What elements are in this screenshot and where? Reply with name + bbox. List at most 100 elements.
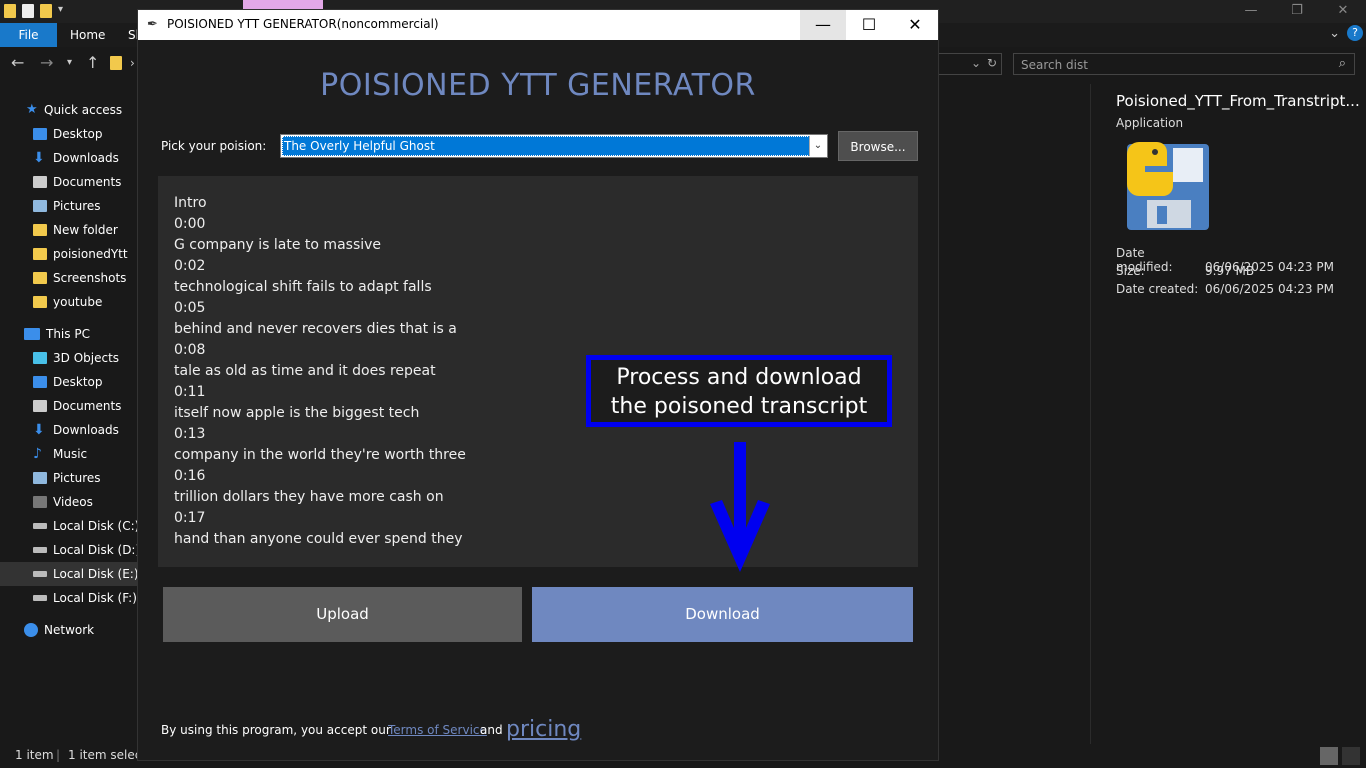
nav-pc-3d-objects[interactable]: 3D Objects bbox=[33, 346, 119, 370]
transcript-line: 0:08 bbox=[174, 342, 206, 358]
nav-label: Pictures bbox=[53, 199, 101, 213]
nav-pc-videos[interactable]: Videos bbox=[33, 490, 93, 514]
tab-home[interactable]: Home bbox=[70, 23, 105, 47]
maximize-icon[interactable]: ☐ bbox=[846, 10, 892, 40]
terms-of-service-link[interactable]: Terms of Service bbox=[388, 723, 487, 737]
recent-locations-chevron-icon[interactable]: ▾ bbox=[67, 57, 72, 68]
folder-icon[interactable] bbox=[4, 4, 16, 18]
pricing-link[interactable]: pricing bbox=[506, 717, 581, 742]
large-icons-view-icon[interactable] bbox=[1342, 747, 1360, 765]
nav-label: Network bbox=[44, 623, 95, 637]
app-heading: POISIONED YTT GENERATOR bbox=[320, 68, 756, 103]
nav-label: poisionedYtt bbox=[53, 247, 128, 261]
nav-quick-access[interactable]: ★ Quick access bbox=[26, 98, 122, 122]
explorer-close-icon[interactable]: ✕ bbox=[1320, 0, 1366, 23]
customize-toolbar-icon[interactable]: ▾ bbox=[58, 4, 63, 18]
nav-label: Documents bbox=[53, 175, 122, 189]
up-arrow-icon[interactable]: ↑ bbox=[86, 53, 99, 72]
browse-button[interactable]: Browse... bbox=[838, 131, 918, 161]
transcript-line: tale as old as time and it does repeat bbox=[174, 363, 436, 379]
quick-access-toolbar: ▾ bbox=[4, 4, 63, 18]
nav-pc-desktop[interactable]: Desktop bbox=[33, 370, 103, 394]
nav-pc-disk-c[interactable]: Local Disk (C:) bbox=[33, 514, 139, 538]
transcript-line: hand than anyone could ever spend they bbox=[174, 531, 463, 547]
address-path-separator[interactable]: › bbox=[130, 56, 135, 70]
annotation-callout: Process and download the poisoned transc… bbox=[586, 355, 892, 427]
close-icon[interactable]: ✕ bbox=[892, 10, 938, 40]
nav-pc-pictures[interactable]: Pictures bbox=[33, 466, 101, 490]
address-dropdown-icon[interactable]: ⌄ bbox=[971, 56, 981, 70]
new-folder-icon[interactable] bbox=[40, 4, 52, 18]
nav-label: 3D Objects bbox=[53, 351, 120, 365]
download-arrow-icon: ⬇ bbox=[33, 150, 45, 166]
help-icon[interactable]: ? bbox=[1347, 25, 1363, 41]
down-arrow-icon bbox=[710, 442, 770, 572]
nav-pc-documents[interactable]: Documents bbox=[33, 394, 121, 418]
transcript-line: trillion dollars they have more cash on bbox=[174, 489, 444, 505]
nav-label: Documents bbox=[53, 399, 122, 413]
nav-quick-new-folder[interactable]: New folder bbox=[33, 218, 118, 242]
transcript-line: 0:11 bbox=[174, 384, 206, 400]
details-view-icon[interactable] bbox=[1320, 747, 1338, 765]
expand-ribbon-icon[interactable]: ⌄ bbox=[1329, 26, 1340, 41]
network-icon bbox=[24, 623, 38, 637]
nav-label: This PC bbox=[46, 327, 90, 341]
drive-icon bbox=[33, 571, 47, 577]
window-title: POISIONED YTT GENERATOR(noncommercial) bbox=[167, 17, 439, 31]
desktop-icon bbox=[33, 376, 47, 388]
details-value: 9.97 MB bbox=[1205, 264, 1255, 278]
nav-quick-poisionedytt[interactable]: poisionedYtt bbox=[33, 242, 128, 266]
properties-icon[interactable] bbox=[22, 4, 34, 18]
nav-label: New folder bbox=[53, 223, 118, 237]
transcript-line: company in the world they're worth three bbox=[174, 447, 466, 463]
search-icon: ⌕ bbox=[1338, 56, 1346, 71]
explorer-restore-icon[interactable]: ❐ bbox=[1274, 0, 1320, 23]
download-arrow-icon: ⬇ bbox=[33, 422, 45, 438]
drive-icon bbox=[33, 547, 47, 553]
nav-pc-disk-f[interactable]: Local Disk (F:) bbox=[33, 586, 137, 610]
details-label: Date created: bbox=[1116, 282, 1199, 296]
folder-icon bbox=[33, 224, 47, 236]
chevron-down-icon[interactable]: ⌄ bbox=[809, 136, 826, 156]
film-icon bbox=[33, 496, 47, 508]
nav-label: Local Disk (C:) bbox=[53, 519, 140, 533]
poison-select[interactable]: The Overly Helpful Ghost ⌄ bbox=[280, 134, 828, 158]
nav-pc-disk-d[interactable]: Local Disk (D:) bbox=[33, 538, 140, 562]
nav-quick-screenshots[interactable]: Screenshots bbox=[33, 266, 126, 290]
download-button[interactable]: Download bbox=[532, 587, 913, 642]
folder-icon bbox=[33, 248, 47, 260]
explorer-window-controls: — ❐ ✕ bbox=[1228, 0, 1366, 23]
desktop-icon bbox=[33, 128, 47, 140]
contextual-tab-manage[interactable] bbox=[243, 0, 323, 10]
search-placeholder: Search dist bbox=[1021, 58, 1088, 72]
nav-label: Quick access bbox=[44, 103, 123, 117]
explorer-minimize-icon[interactable]: — bbox=[1228, 0, 1274, 23]
forward-arrow-icon[interactable]: → bbox=[40, 53, 53, 72]
feather-app-icon: ✒ bbox=[147, 17, 158, 32]
documents-icon bbox=[33, 176, 47, 188]
nav-this-pc[interactable]: This PC bbox=[24, 322, 90, 346]
nav-quick-documents[interactable]: Documents bbox=[33, 170, 121, 194]
nav-pc-downloads[interactable]: ⬇ Downloads bbox=[33, 418, 119, 442]
nav-quick-pictures[interactable]: Pictures bbox=[33, 194, 101, 218]
upload-button[interactable]: Upload bbox=[163, 587, 522, 642]
nav-quick-desktop[interactable]: Desktop bbox=[33, 122, 103, 146]
nav-pc-disk-e[interactable]: Local Disk (E:) bbox=[0, 562, 140, 586]
pictures-icon bbox=[33, 200, 47, 212]
details-file-type: Application bbox=[1116, 116, 1184, 130]
refresh-icon[interactable]: ↻ bbox=[987, 56, 997, 70]
transcript-line: 0:13 bbox=[174, 426, 206, 442]
transcript-line: technological shift fails to adapt falls bbox=[174, 279, 432, 295]
nav-quick-downloads[interactable]: ⬇ Downloads bbox=[33, 146, 119, 170]
back-arrow-icon[interactable]: ← bbox=[11, 53, 24, 72]
minimize-icon[interactable]: — bbox=[800, 10, 846, 40]
nav-quick-youtube[interactable]: youtube bbox=[33, 290, 102, 314]
terms-notice: By using this program, you accept our bbox=[161, 723, 391, 737]
tab-file[interactable]: File bbox=[0, 23, 57, 47]
nav-network[interactable]: Network bbox=[24, 618, 94, 642]
app-window-controls: — ☐ ✕ bbox=[800, 10, 938, 40]
search-input[interactable]: Search dist ⌕ bbox=[1013, 53, 1355, 75]
address-box-end[interactable]: ⌄ ↻ bbox=[938, 53, 1002, 75]
computer-icon bbox=[24, 328, 40, 340]
nav-pc-music[interactable]: ♪ Music bbox=[33, 442, 87, 466]
